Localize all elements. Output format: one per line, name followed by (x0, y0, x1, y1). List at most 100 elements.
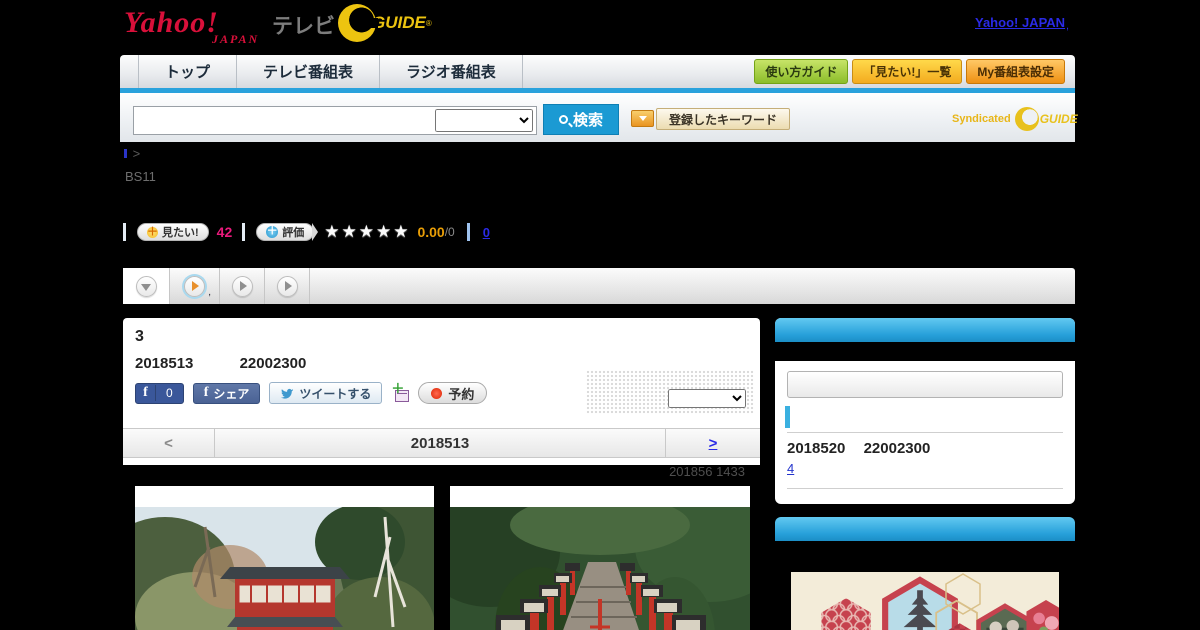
triangle-down-icon (141, 283, 151, 291)
tab-overview[interactable] (123, 268, 170, 304)
next-broadcast-datetime: 2018520 22002300 (787, 437, 1063, 458)
triangle-right-icon (192, 281, 199, 291)
rate-button[interactable]: ＋ 評価 (256, 223, 315, 241)
mitai-list-button[interactable]: 「見たい!」一覧 (852, 59, 963, 84)
yahoo-logo[interactable]: Yahoo! (124, 6, 219, 40)
search-input[interactable] (134, 108, 435, 133)
tab-section-2[interactable]: , (170, 268, 220, 304)
search-band: 検索 登録したキーワード Syndicated GUIDE (120, 93, 1078, 142)
sidebar-module-header (775, 318, 1075, 342)
sidebar-header-band (775, 541, 1075, 560)
next-date-label: > (708, 434, 718, 452)
main-nav: トップ テレビ番組表 ラジオ番組表 使い方ガイド 「見たい!」一覧 My番組表設… (120, 55, 1075, 88)
star-rating-icons[interactable]: ★★★★★ (324, 222, 410, 242)
page: Yahoo! JAPAN テレビ GUIDE ® Yahoo! JAPAN , … (0, 0, 1200, 630)
sidebar-module-header (775, 517, 1075, 541)
rate-button-label: 評価 (282, 227, 305, 239)
add-star-icon: ＋ (147, 225, 158, 238)
facebook-icon: f (136, 385, 156, 401)
search-category-select[interactable] (435, 109, 533, 132)
date-navigation: < 2018513 > (123, 428, 760, 458)
divider (123, 223, 126, 241)
play-circle-icon-active (184, 275, 205, 297)
nav-tab-radio-schedule[interactable]: ラジオ番組表 (380, 55, 523, 88)
tweet-button[interactable]: ツイートする (269, 382, 383, 404)
tab-mark: , (208, 287, 211, 298)
header-mark: , (1066, 20, 1070, 32)
registered-keywords-button[interactable]: 登録したキーワード (656, 108, 791, 130)
sidebar-input[interactable] (787, 371, 1063, 398)
facebook-share-button[interactable]: f シェア (192, 382, 261, 404)
social-buttons: f 0 f シェア ツイートする ＋ 予約 (135, 381, 488, 404)
yahoo-japan-link[interactable]: Yahoo! JAPAN (975, 15, 1065, 30)
episode-select[interactable] (668, 389, 746, 408)
facebook-share-label: シェア (213, 386, 250, 401)
facebook-like-button[interactable]: f 0 (135, 382, 184, 404)
next-broadcast-date: 2018520 (787, 440, 846, 457)
tab-section-3[interactable] (220, 268, 265, 304)
breadcrumb-link-icon[interactable] (124, 149, 127, 158)
channel-name: BS11 (125, 169, 156, 184)
search-button-label: 検索 (572, 112, 603, 129)
gguide-logo-text-small: GUIDE (1039, 112, 1078, 126)
program-photo-temple-gate (135, 486, 434, 630)
divider (242, 223, 246, 241)
triangle-right-icon (239, 281, 247, 291)
content-tabstrip: , (123, 268, 1075, 304)
tweet-button-label: ツイートする (299, 386, 372, 401)
chevron-down-icon (638, 116, 647, 121)
my-schedule-settings-button[interactable]: My番組表設定 (966, 59, 1065, 84)
hexagon-collage-image (791, 572, 1059, 630)
next-date-link[interactable]: > (665, 429, 760, 457)
facebook-icon: f (203, 385, 209, 400)
nav-tab-tv-schedule[interactable]: テレビ番組表 (237, 55, 381, 88)
syndicated-label: Syndicated (952, 113, 1011, 125)
search-button[interactable]: 検索 (543, 104, 619, 135)
promo-banner-image[interactable] (791, 572, 1059, 630)
plus-icon: ＋ (391, 381, 405, 396)
current-date-label: 2018513 (410, 434, 470, 452)
registered-mark: ® (425, 18, 432, 28)
prev-date-button[interactable]: < (123, 429, 215, 457)
facebook-like-count: 0 (166, 386, 173, 400)
program-datetime: 2018513 22002300 (135, 355, 306, 372)
twitter-icon (281, 388, 294, 399)
program-date: 2018513 (135, 355, 194, 372)
program-card: 3 2018513 22002300 f 0 f シェア ツイートする ＋ 予約… (123, 318, 760, 465)
next-broadcast-time: 22002300 (863, 440, 931, 457)
breadcrumb-arrow: > (132, 146, 141, 161)
program-title: 3 (135, 328, 144, 345)
pill-tail-icon (312, 223, 319, 241)
program-photo-lantern-stairs (450, 486, 750, 630)
rating-score: 0.00 (417, 224, 445, 240)
keyword-dropdown-button[interactable] (631, 110, 654, 127)
next-broadcast-link[interactable]: 4 (787, 461, 859, 476)
search-icon (558, 115, 568, 124)
section-marker (785, 406, 790, 428)
add-rating-icon: ＋ (266, 225, 279, 238)
triangle-right-icon (284, 281, 292, 291)
divider (787, 432, 1063, 433)
usage-guide-button[interactable]: 使い方ガイド (754, 59, 849, 84)
play-circle-icon (276, 275, 298, 297)
play-circle-icon (231, 275, 253, 297)
mitai-button[interactable]: ＋ 見たい! (137, 223, 209, 241)
comments-count-link[interactable]: 0 (483, 225, 490, 240)
tab-section-4[interactable] (265, 268, 310, 304)
iepg-add-button[interactable]: ＋ (391, 381, 410, 402)
divider (787, 488, 1063, 489)
temple-gate-image (135, 507, 434, 630)
tv-service-label: テレビ (272, 15, 335, 38)
sidebar-header-band (775, 342, 1075, 361)
gguide-g-icon-small (1014, 107, 1039, 131)
gguide-logo: GUIDE ® (338, 4, 432, 42)
reserve-button[interactable]: 予約 (418, 382, 488, 404)
site-header: Yahoo! JAPAN テレビ GUIDE ® Yahoo! JAPAN , (0, 0, 1200, 48)
breadcrumb: > (124, 146, 140, 161)
syndicated-gguide-logo: Syndicated GUIDE (952, 107, 1078, 131)
reserve-button-label: 予約 (448, 386, 475, 402)
gguide-logo-text: GUIDE (372, 13, 426, 32)
search-field-group (133, 106, 537, 135)
nav-tab-top[interactable]: トップ (138, 55, 238, 88)
sidebar-next-broadcast-module: 2018520 22002300 4 (775, 318, 1075, 504)
